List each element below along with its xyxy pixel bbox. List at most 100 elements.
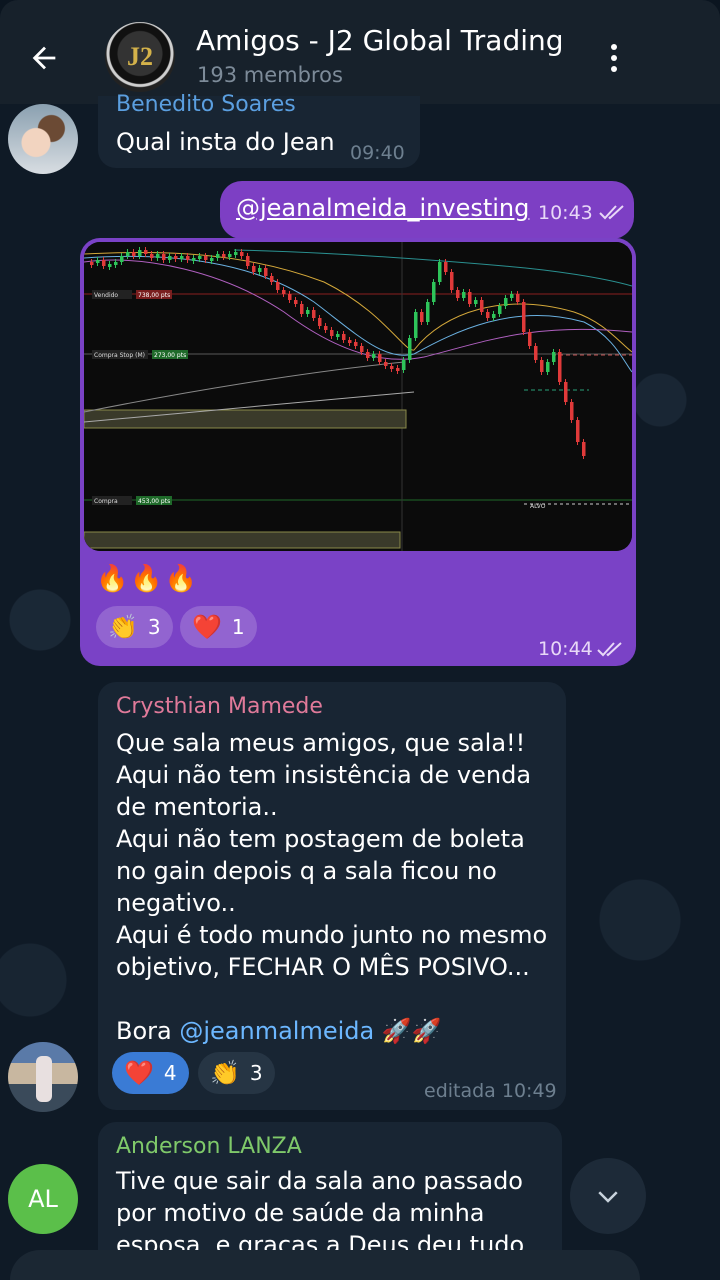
sender-name[interactable]: Crysthian Mamede: [116, 694, 323, 719]
instagram-link[interactable]: @jeanalmeida_investing: [236, 194, 529, 222]
candle-body: [198, 256, 202, 259]
scroll-to-bottom-button[interactable]: [570, 1158, 646, 1234]
message-bubble[interactable]: Crysthian Mamede Que sala meus amigos, q…: [98, 682, 566, 1110]
candle-body: [162, 254, 166, 260]
candle-body: [210, 258, 214, 261]
clap-icon: 👏: [108, 613, 138, 641]
sender-name[interactable]: Anderson LANZA: [116, 1134, 302, 1159]
reaction-clap[interactable]: 👏 3: [198, 1052, 275, 1094]
text-line: Tive que sair da sala ano passado: [116, 1167, 523, 1195]
chevron-down-icon: [598, 1191, 618, 1203]
candle-body: [294, 300, 298, 304]
candle-body: [324, 326, 328, 330]
candle-body: [318, 318, 322, 326]
sender-avatar[interactable]: [8, 104, 78, 174]
candle-body: [354, 342, 358, 346]
candle-body: [498, 306, 502, 314]
chart-screenshot[interactable]: Vendido 738,00 pts Compra Stop (M) 273,0…: [84, 242, 632, 551]
sender-name[interactable]: Benedito Soares: [116, 92, 296, 117]
candle-body: [516, 294, 520, 302]
double-check-icon: [599, 205, 624, 220]
svg-text:Compra: Compra: [94, 498, 118, 505]
sender-avatar[interactable]: [8, 1042, 78, 1112]
heart-icon: ❤️: [124, 1059, 154, 1087]
message-time: 10:43: [538, 202, 593, 224]
message-text: Tive que sair da sala ano passado por mo…: [116, 1165, 556, 1261]
message-time: 10:44: [538, 638, 593, 660]
candle-body: [480, 300, 484, 312]
candle-body: [120, 256, 124, 262]
message-text: Qual insta do Jean: [116, 128, 335, 156]
candle-body: [546, 362, 550, 372]
candle-body: [540, 360, 544, 372]
group-avatar[interactable]: J2: [105, 22, 175, 92]
back-button[interactable]: [22, 36, 66, 80]
message-time: 09:40: [350, 142, 405, 164]
outgoing-message-bubble[interactable]: @jeanalmeida_investing 10:43: [220, 181, 634, 239]
candle-body: [564, 382, 568, 402]
candle-body: [192, 258, 196, 261]
outgoing-image-message[interactable]: Vendido 738,00 pts Compra Stop (M) 273,0…: [80, 238, 636, 666]
group-title[interactable]: Amigos - J2 Global Trading: [196, 24, 564, 57]
group-avatar-text: J2: [127, 42, 153, 71]
candle-body: [414, 312, 418, 338]
text-line: Aqui é todo mundo junto no mesmo: [116, 921, 548, 949]
candle-body: [186, 256, 190, 260]
candle-body: [180, 256, 184, 259]
text-line: Aqui não tem insistência de venda: [116, 761, 532, 789]
candle-body: [144, 250, 148, 254]
message-time: editada 10:49: [424, 1080, 557, 1102]
candle-body: [270, 276, 274, 282]
reaction-count: 3: [147, 615, 161, 639]
candle-body: [432, 282, 436, 302]
heart-icon: ❤️: [192, 613, 222, 641]
candle-body: [492, 314, 496, 318]
svg-text:738,00 pts: 738,00 pts: [138, 292, 170, 299]
candle-body: [228, 254, 232, 257]
text-fragment: Bora: [116, 1017, 180, 1045]
candle-body: [90, 262, 94, 265]
candle-body: [450, 272, 454, 290]
text-line: no gain depois q a sala ficou no: [116, 857, 497, 885]
order-label-buy-stop: Compra Stop (M) 273,00 pts: [92, 350, 188, 359]
candle-body: [360, 346, 364, 352]
text-line: por motivo de saúde da minha: [116, 1199, 485, 1227]
reaction-count: 1: [231, 615, 245, 639]
candle-body: [528, 332, 532, 346]
text-line: Aqui não tem postagem de boleta: [116, 825, 525, 853]
message-text: Que sala meus amigos, que sala!! Aqui nã…: [116, 727, 556, 1047]
candle-body: [150, 254, 154, 258]
reaction-clap[interactable]: 👏 3: [96, 606, 173, 648]
candle-body: [444, 262, 448, 272]
reaction-heart[interactable]: ❤️ 1: [180, 606, 257, 648]
candle-body: [156, 254, 160, 258]
candle-body: [138, 250, 142, 256]
dot-icon: [611, 44, 617, 50]
candle-body: [306, 310, 310, 314]
message-input-bar[interactable]: [10, 1250, 640, 1280]
text-line: Bora @jeanmalmeida 🚀🚀: [116, 1015, 556, 1047]
dot-icon: [611, 66, 617, 72]
avatar-initials: AL: [28, 1185, 58, 1213]
candle-body: [372, 354, 376, 358]
candle-body: [456, 290, 460, 298]
more-options-button[interactable]: [596, 36, 632, 80]
candle-body: [174, 256, 178, 259]
arrow-left-icon: [32, 46, 56, 70]
clap-icon: 👏: [210, 1059, 240, 1087]
message-bubble[interactable]: Benedito Soares Qual insta do Jean 09:40: [98, 92, 420, 168]
reaction-heart[interactable]: ❤️ 4: [112, 1052, 189, 1094]
candle-body: [204, 256, 208, 260]
candle-body: [258, 268, 262, 272]
sender-avatar[interactable]: AL: [8, 1164, 78, 1234]
candle-body: [282, 290, 286, 294]
reaction-count: 4: [163, 1061, 177, 1085]
mention-link[interactable]: @jeanmalmeida: [179, 1017, 374, 1045]
candle-body: [486, 312, 490, 318]
candle-body: [252, 266, 256, 272]
candle-body: [438, 262, 442, 282]
candle-body: [288, 294, 292, 300]
candle-body: [222, 254, 226, 257]
candle-body: [114, 262, 118, 265]
candle-body: [366, 352, 370, 358]
